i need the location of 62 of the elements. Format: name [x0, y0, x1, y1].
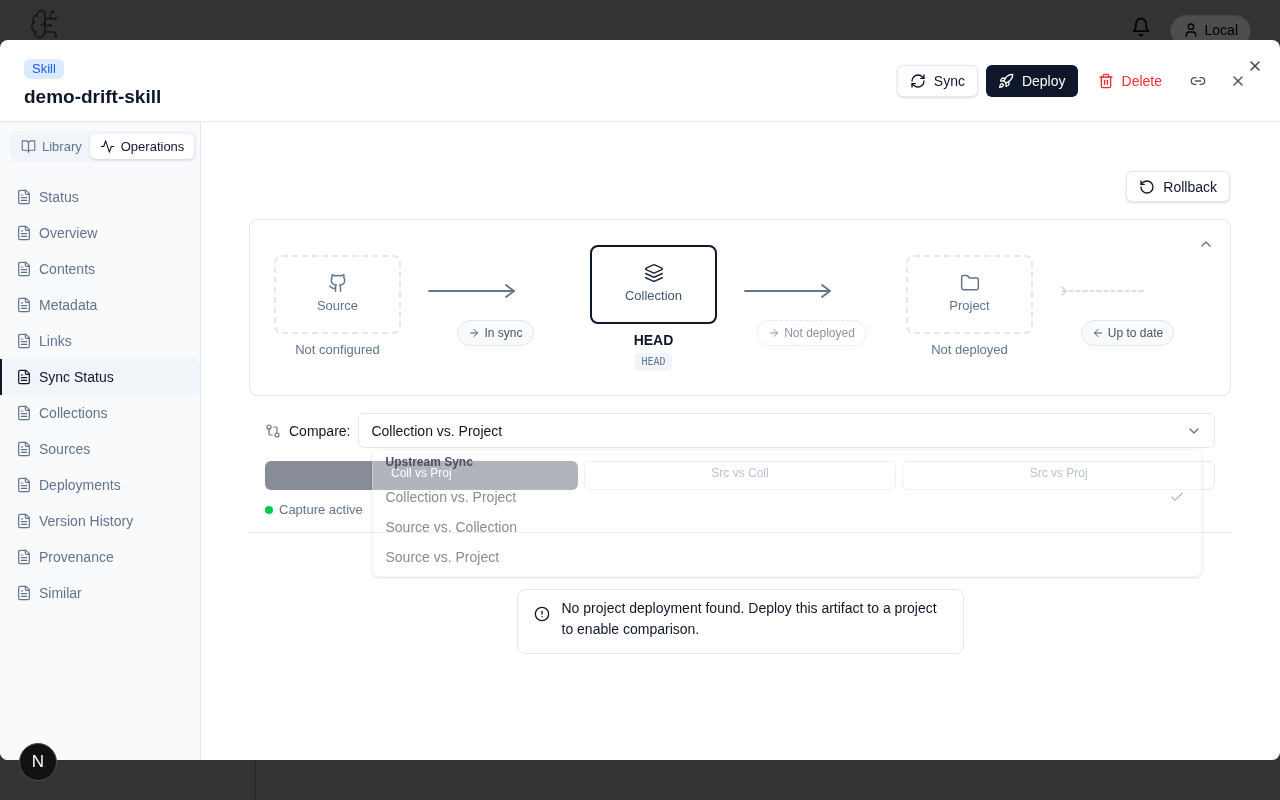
nav-item[interactable]: Deployments — [0, 467, 200, 503]
document-icon — [16, 477, 32, 493]
sidebar-tab[interactable]: Operations — [89, 134, 195, 159]
pulse-line-icon — [99, 139, 115, 154]
document-icon — [16, 333, 32, 349]
folder-icon — [959, 273, 980, 293]
alert-message: No project deployment found. Deploy this artifact to a project to enable comparison. — [561, 599, 938, 639]
status-badge: Up to date — [1080, 319, 1175, 346]
document-icon — [16, 369, 32, 385]
undo-icon — [1139, 178, 1156, 195]
nav-item[interactable]: Similar — [0, 575, 200, 611]
sync-button[interactable]: Sync — [896, 64, 978, 97]
document-icon — [16, 513, 32, 529]
version-tag: HEAD — [635, 352, 672, 371]
pipeline-node[interactable]: Collection — [590, 244, 717, 324]
document-icon — [16, 225, 32, 241]
nav-item[interactable]: Sources — [0, 431, 200, 467]
status-badge: Not deployed — [757, 319, 866, 346]
refresh-icon — [909, 72, 926, 89]
node-label: Collection — [624, 286, 683, 305]
compare-label: Compare: — [289, 421, 351, 441]
nav-item[interactable]: Status — [0, 179, 200, 215]
status-badge: In sync — [457, 319, 534, 346]
exclamation-circle-icon — [533, 606, 550, 622]
compare-icon — [265, 422, 281, 439]
menu-option[interactable]: Source vs. Collection — [377, 512, 1197, 542]
menu-option[interactable]: Source vs. Project — [377, 542, 1197, 572]
rocket-icon — [997, 72, 1014, 89]
nav-item[interactable]: Overview — [0, 215, 200, 251]
layers-icon — [643, 262, 664, 283]
trash-icon — [1097, 72, 1114, 89]
node-caption: Not configured — [295, 341, 380, 359]
node-caption: Not deployed — [931, 341, 1008, 359]
pipeline-node[interactable]: Project — [906, 255, 1033, 334]
document-icon — [16, 585, 32, 601]
sidebar-tab[interactable]: Library — [13, 134, 90, 159]
document-icon — [16, 405, 32, 421]
document-icon — [16, 189, 32, 205]
nav-item[interactable]: Provenance — [0, 539, 200, 575]
nav-item[interactable]: Links — [0, 323, 200, 359]
node-label: Source — [316, 297, 359, 315]
deploy-button[interactable]: Deploy — [985, 64, 1078, 97]
nav-item[interactable]: Metadata — [0, 287, 200, 323]
book-icon — [21, 139, 36, 154]
delete-button[interactable]: Delete — [1087, 64, 1172, 97]
node-label: Project — [949, 297, 990, 315]
category-badge: Skill — [24, 59, 64, 79]
nav-item[interactable]: Version History — [0, 503, 200, 539]
document-icon — [16, 261, 32, 277]
nav-item[interactable]: Collections — [0, 395, 200, 431]
capture-status: Capture active — [279, 501, 363, 519]
dialog-title: demo-drift-skill — [24, 85, 162, 109]
document-icon — [16, 297, 32, 313]
pipeline-node[interactable]: Source — [274, 255, 401, 334]
document-icon — [16, 549, 32, 565]
nav-item[interactable]: Sync Status — [0, 359, 200, 395]
github-icon — [327, 273, 348, 293]
rollback-button[interactable]: Rollback — [1126, 171, 1230, 202]
node-caption: HEAD — [633, 330, 674, 350]
compare-select[interactable]: Collection vs. Project — [358, 413, 1215, 448]
document-icon — [16, 441, 32, 457]
nav-item[interactable]: Contents — [0, 251, 200, 287]
